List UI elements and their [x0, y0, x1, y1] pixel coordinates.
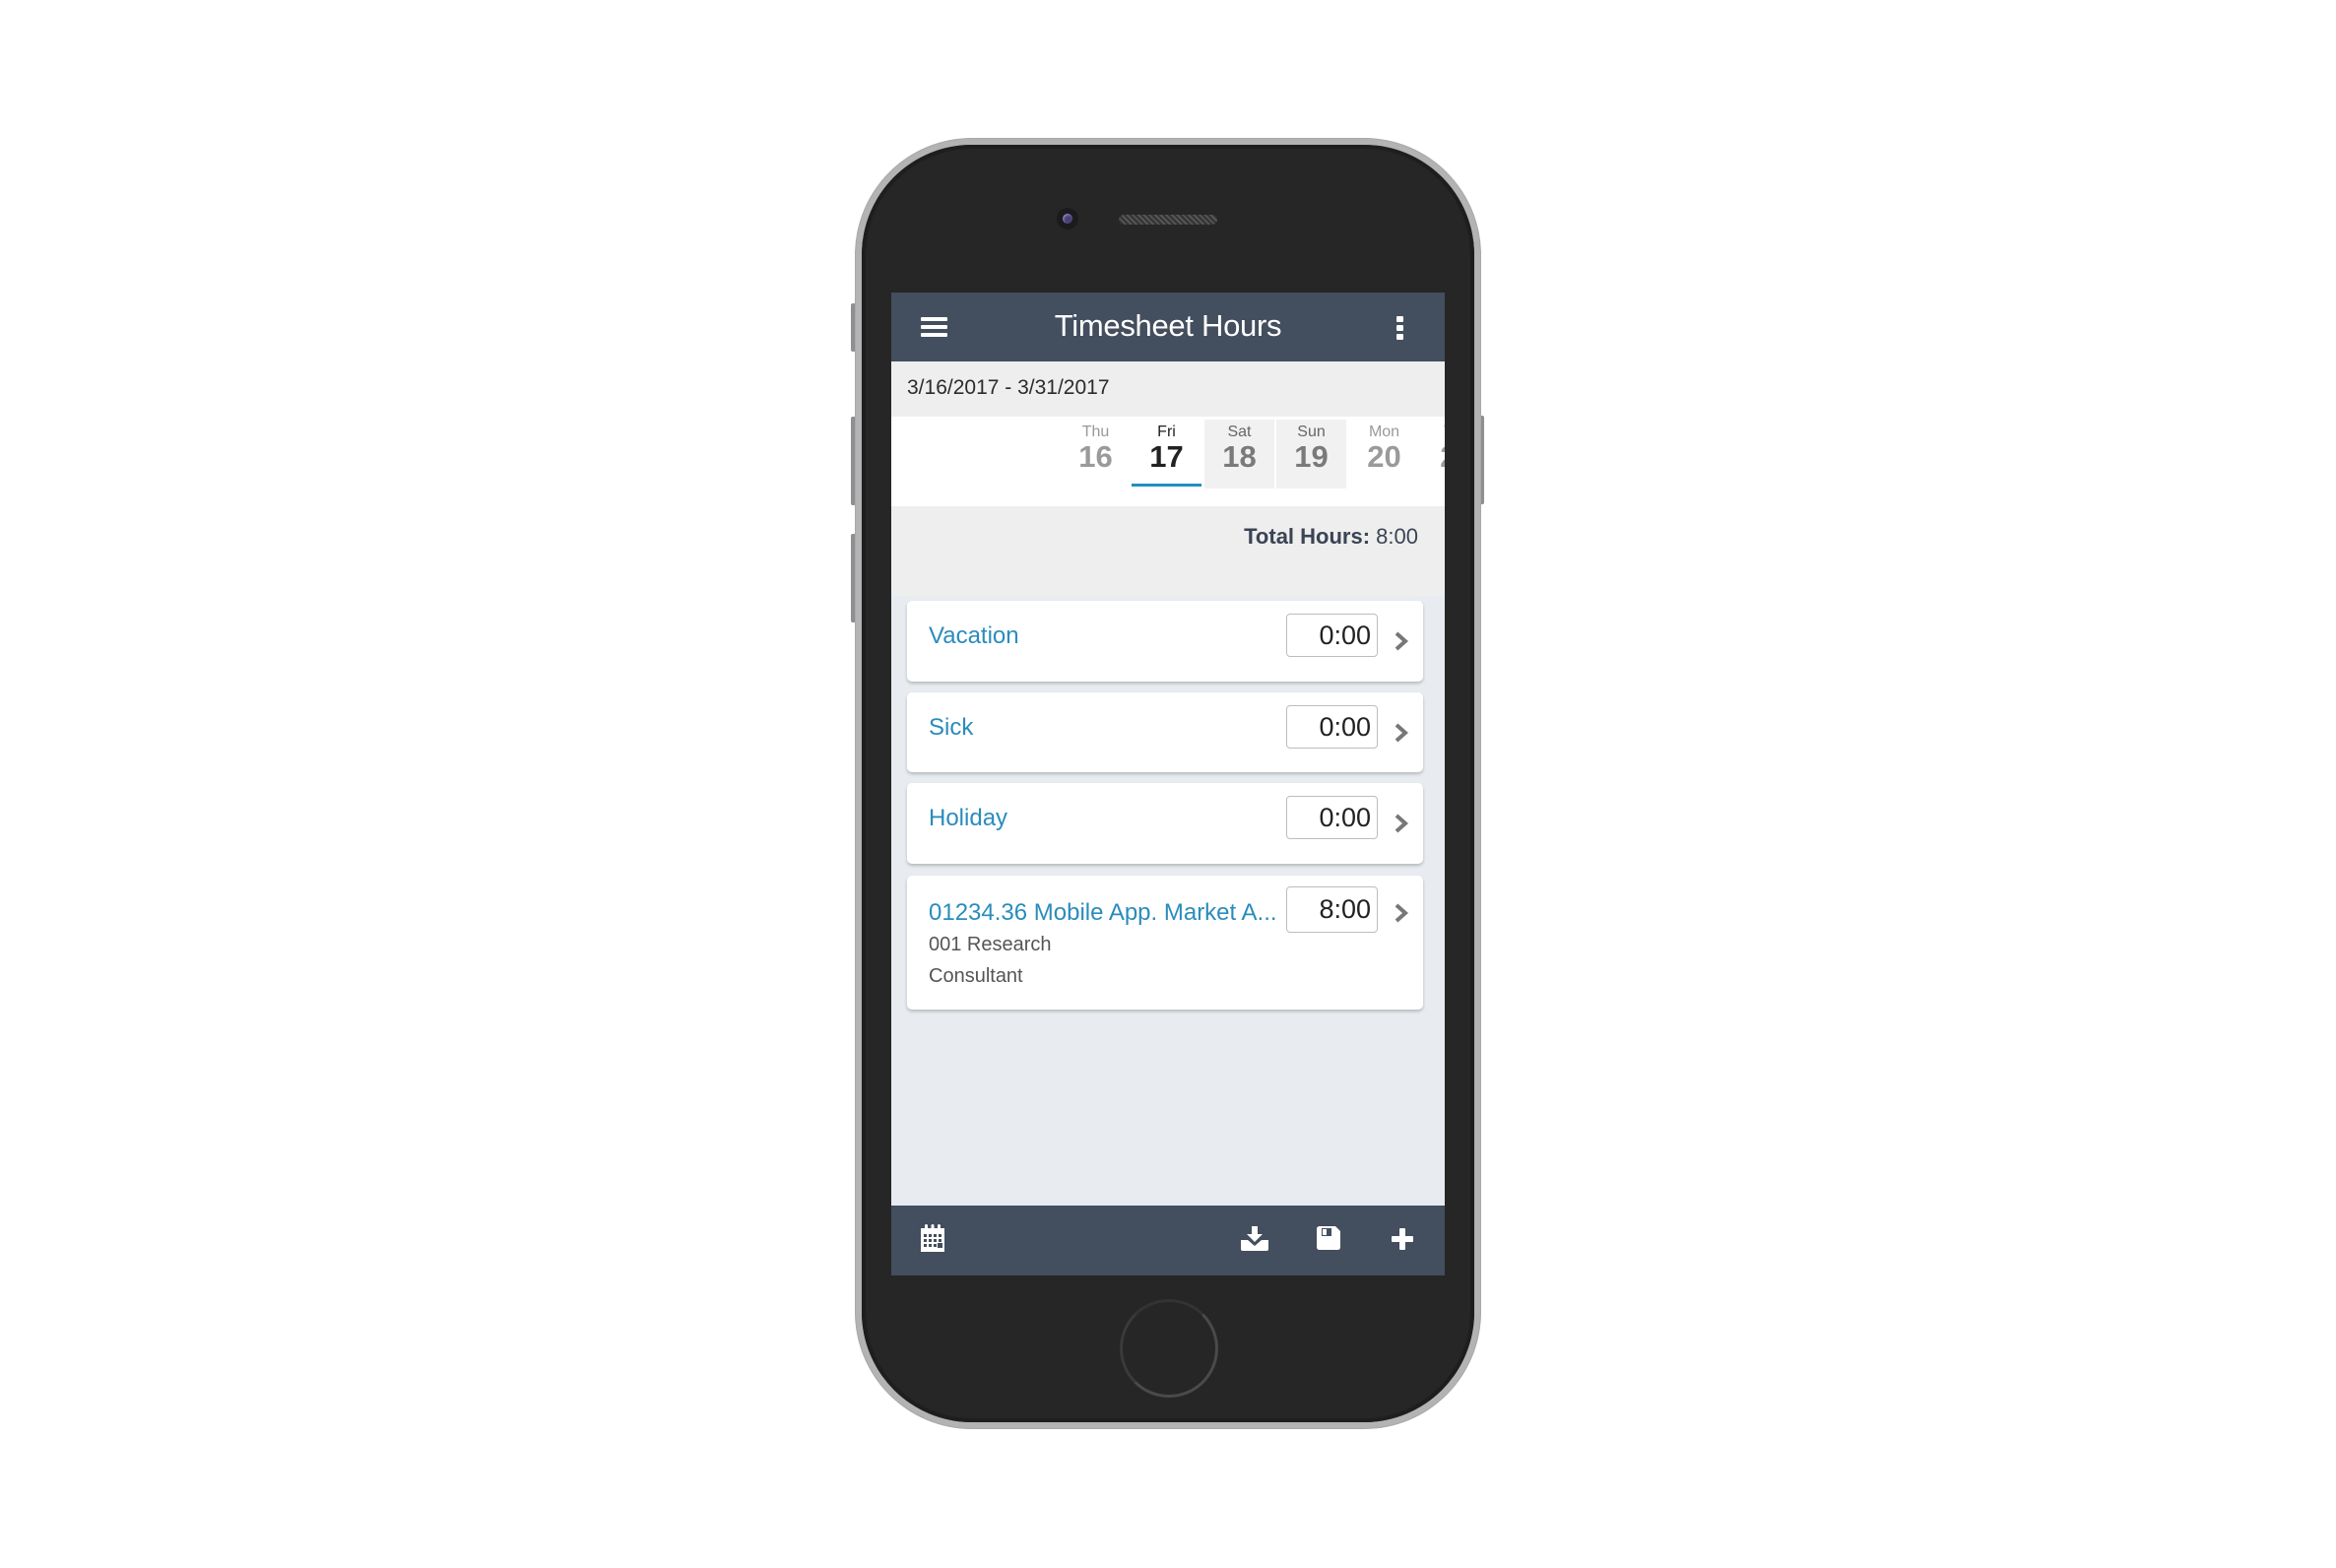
entry-hours-input[interactable]	[1286, 614, 1378, 657]
add-icon[interactable]	[1392, 1228, 1413, 1250]
chevron-right-icon[interactable]	[1393, 903, 1410, 923]
day-number: 19	[1294, 439, 1329, 474]
chevron-right-icon[interactable]	[1393, 814, 1410, 833]
period-range: 3/16/2017 - 3/31/2017	[907, 376, 1110, 399]
total-hours-label: Total Hours:	[1244, 524, 1371, 549]
entry-name: Sick	[929, 714, 974, 741]
app-screen: Timesheet Hours 3/16/2017 - 3/31/2017 Th…	[891, 293, 1445, 1275]
day-number: 17	[1149, 439, 1184, 474]
entry-name: Holiday	[929, 805, 1008, 831]
entry-card-holiday[interactable]: Holiday	[907, 783, 1423, 864]
day-fri-17[interactable]: Fri 17	[1132, 420, 1201, 489]
day-sun-19[interactable]: Sun 19	[1276, 420, 1346, 489]
entry-hours-input[interactable]	[1286, 796, 1378, 839]
calendar-icon[interactable]	[920, 1224, 945, 1253]
chevron-right-icon[interactable]	[1393, 723, 1410, 743]
page-title: Timesheet Hours	[1054, 308, 1282, 343]
entry-card-vacation[interactable]: Vacation	[907, 601, 1423, 682]
entry-hours-input[interactable]	[1286, 886, 1378, 933]
front-camera	[1057, 208, 1078, 229]
day-number: 20	[1367, 439, 1401, 474]
entry-card-sick[interactable]: Sick	[907, 692, 1423, 772]
entry-task: 001 Research	[929, 934, 1052, 955]
entry-name: Vacation	[929, 622, 1019, 649]
app-header: Timesheet Hours	[891, 293, 1445, 361]
bottom-toolbar	[891, 1206, 1445, 1275]
save-icon[interactable]	[1317, 1226, 1340, 1250]
day-thu-16[interactable]: Thu 16	[1061, 420, 1131, 489]
day-selector: Thu 16 Fri 17 Sat 18 Sun 19 Mon 20 Tue 2…	[891, 417, 1445, 506]
day-mon-20[interactable]: Mon 20	[1349, 420, 1419, 489]
total-hours-value: 8:00	[1376, 524, 1418, 549]
entry-hours-input[interactable]	[1286, 705, 1378, 749]
total-hours-bar: Total Hours: 8:00	[891, 506, 1445, 596]
day-number: 16	[1078, 439, 1113, 474]
total-hours: Total Hours: 8:00	[1244, 524, 1418, 550]
entry-name: 01234.36 Mobile App. Market A...	[929, 899, 1277, 926]
chevron-right-icon[interactable]	[1393, 631, 1410, 651]
download-icon[interactable]	[1240, 1226, 1269, 1251]
home-button[interactable]	[1120, 1299, 1218, 1398]
day-number: 18	[1222, 439, 1257, 474]
day-sat-18[interactable]: Sat 18	[1204, 420, 1274, 489]
kebab-more-icon[interactable]	[1395, 316, 1405, 340]
entry-card-project[interactable]: 01234.36 Mobile App. Market A... 001 Res…	[907, 876, 1423, 1010]
entry-role: Consultant	[929, 965, 1023, 987]
day-tue-21[interactable]: Tue 21	[1422, 420, 1445, 489]
earpiece-speaker	[1119, 215, 1217, 225]
day-number: 21	[1422, 439, 1445, 475]
period-bar: 3/16/2017 - 3/31/2017	[891, 361, 1445, 417]
